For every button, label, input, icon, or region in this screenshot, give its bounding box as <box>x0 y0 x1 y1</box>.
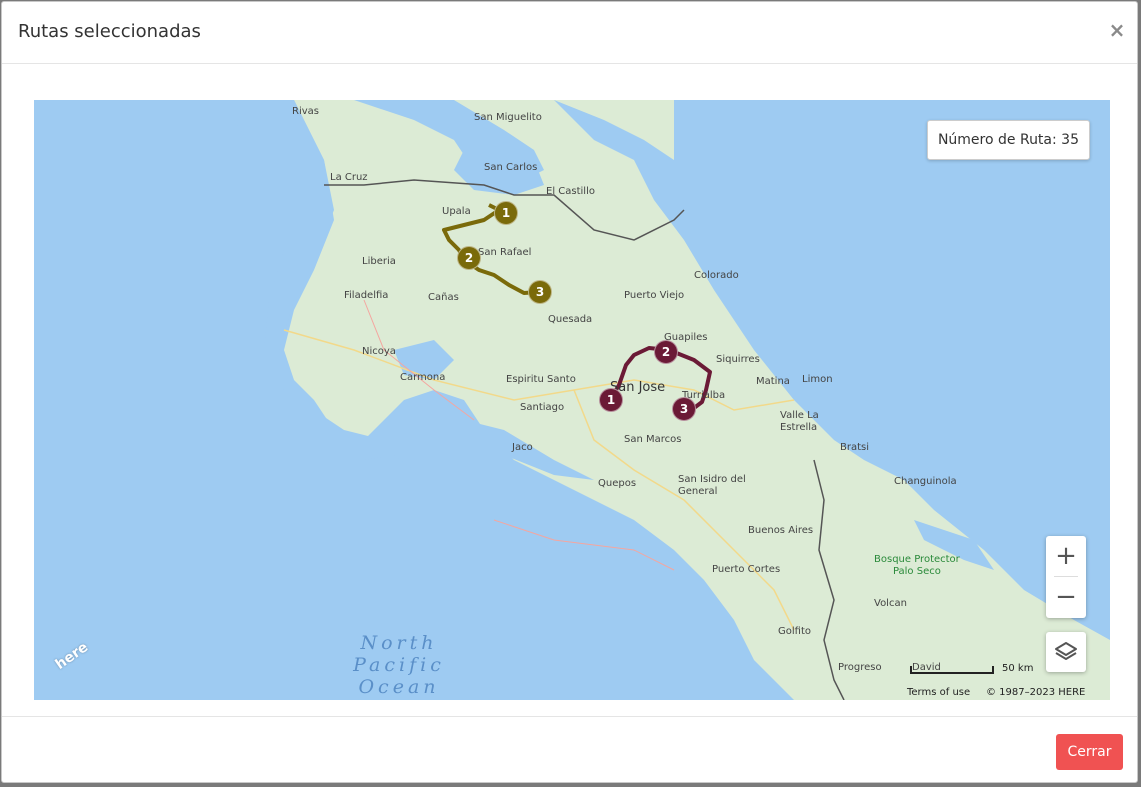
terms-link[interactable]: Terms of use <box>907 687 970 698</box>
zoom-in-button[interactable]: + <box>1046 536 1086 576</box>
place-label: Volcan <box>874 598 907 609</box>
place-label: Nicoya <box>362 346 396 357</box>
modal-header: Rutas seleccionadas × <box>2 2 1137 64</box>
close-button[interactable]: Cerrar <box>1056 734 1123 770</box>
ocean-label-line: North <box>360 632 438 654</box>
place-label: Valle La Estrella <box>780 410 819 433</box>
place-label: San Carlos <box>484 162 538 173</box>
place-label: Colorado <box>694 270 739 281</box>
place-label: Puerto Cortes <box>712 564 781 575</box>
ocean-label-line: Pacific <box>353 654 445 676</box>
route-marker-olive-2[interactable]: 2 <box>457 246 481 270</box>
route-marker-olive-3[interactable]: 3 <box>528 280 552 304</box>
place-label: Matina <box>756 376 790 387</box>
scale-label: 50 km <box>1002 663 1034 674</box>
zoom-out-button[interactable]: − <box>1046 577 1086 617</box>
place-label: Bratsi <box>840 442 870 453</box>
place-label: Quepos <box>598 478 637 489</box>
ocean-label-line: Ocean <box>358 676 440 698</box>
route-marker-wine-3[interactable]: 3 <box>672 397 696 421</box>
route-marker-wine-1[interactable]: 1 <box>599 388 623 412</box>
map-view[interactable]: Rivas San Miguelito San Carlos La Cruz E… <box>34 100 1110 700</box>
place-label: Progreso <box>838 662 882 673</box>
close-icon[interactable]: × <box>1107 19 1127 41</box>
place-label: Carmona <box>400 372 446 383</box>
layers-button[interactable] <box>1046 632 1086 672</box>
zoom-control: + − <box>1046 536 1086 618</box>
place-label: Siquirres <box>716 354 760 365</box>
place-label: Filadelfia <box>344 290 389 301</box>
route-marker-olive-1[interactable]: 1 <box>494 201 518 225</box>
modal-title: Rutas seleccionadas <box>18 21 201 42</box>
place-label: La Cruz <box>330 172 368 183</box>
place-label: Rivas <box>292 106 319 117</box>
place-label: Puerto Viejo <box>624 290 685 301</box>
place-label: San Isidro del General <box>678 474 746 497</box>
copyright-text: © 1987–2023 HERE <box>986 687 1086 698</box>
modal-footer: Cerrar <box>2 716 1137 782</box>
place-label: San Rafael <box>478 247 532 258</box>
place-label: Cañas <box>428 292 459 303</box>
modal-dialog: Rutas seleccionadas × Rivas San Miguelit… <box>1 1 1138 783</box>
place-label: Espiritu Santo <box>506 374 576 385</box>
place-label: Changuinola <box>894 476 957 487</box>
layers-icon <box>1055 642 1077 660</box>
place-label: Buenos Aires <box>748 525 814 536</box>
place-label: Santiago <box>520 402 565 413</box>
route-number-label: Número de Ruta: 35 <box>926 120 1090 160</box>
ocean-label: North Pacific Ocean <box>344 632 454 698</box>
scale-bar <box>910 666 994 674</box>
place-label: Liberia <box>362 256 396 267</box>
place-label: Limon <box>802 374 833 385</box>
place-label: Upala <box>442 206 471 217</box>
place-label: Golfito <box>778 626 811 637</box>
place-label: Jaco <box>512 442 533 453</box>
place-label: San Miguelito <box>474 112 542 123</box>
place-label: Quesada <box>548 314 593 325</box>
place-label: San Marcos <box>624 434 682 445</box>
place-label: El Castillo <box>546 186 595 197</box>
place-label-protected-area: Bosque Protector Palo Seco <box>874 554 960 577</box>
route-marker-wine-2[interactable]: 2 <box>654 340 678 364</box>
